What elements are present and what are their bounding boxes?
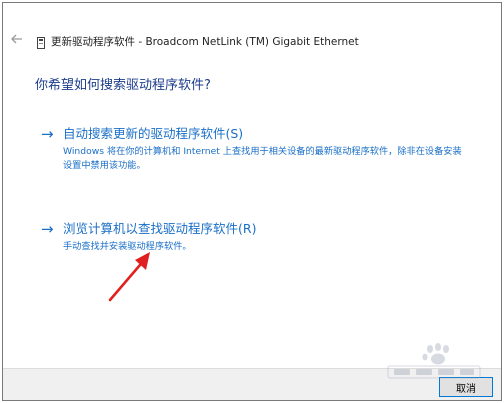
- back-arrow-icon[interactable]: [9, 31, 25, 47]
- auto-search-option-description: Windows 将在你的计算机和 Internet 上查找用于相关设备的最新驱动…: [63, 146, 462, 171]
- red-annotation-arrow-icon: [100, 246, 160, 306]
- baidu-watermark-icon: [380, 340, 490, 386]
- search-question-heading: 你希望如何搜索驱动程序软件?: [35, 78, 211, 93]
- network-adapter-icon: [36, 34, 46, 49]
- right-arrow-icon: →: [41, 125, 54, 143]
- auto-search-option-title[interactable]: 自动搜索更新的驱动程序软件(S): [63, 125, 243, 142]
- browse-computer-option-title[interactable]: 浏览计算机以查找驱动程序软件(R): [63, 220, 256, 237]
- dialog-content: 你希望如何搜索驱动程序软件? → 自动搜索更新的驱动程序软件(S) Window…: [3, 61, 501, 368]
- window-title: 更新驱动程序软件 - Broadcom NetLink (TM) Gigabit…: [51, 36, 359, 48]
- title-bar: 更新驱动程序软件 - Broadcom NetLink (TM) Gigabit…: [3, 3, 501, 61]
- right-arrow-icon: →: [41, 220, 54, 238]
